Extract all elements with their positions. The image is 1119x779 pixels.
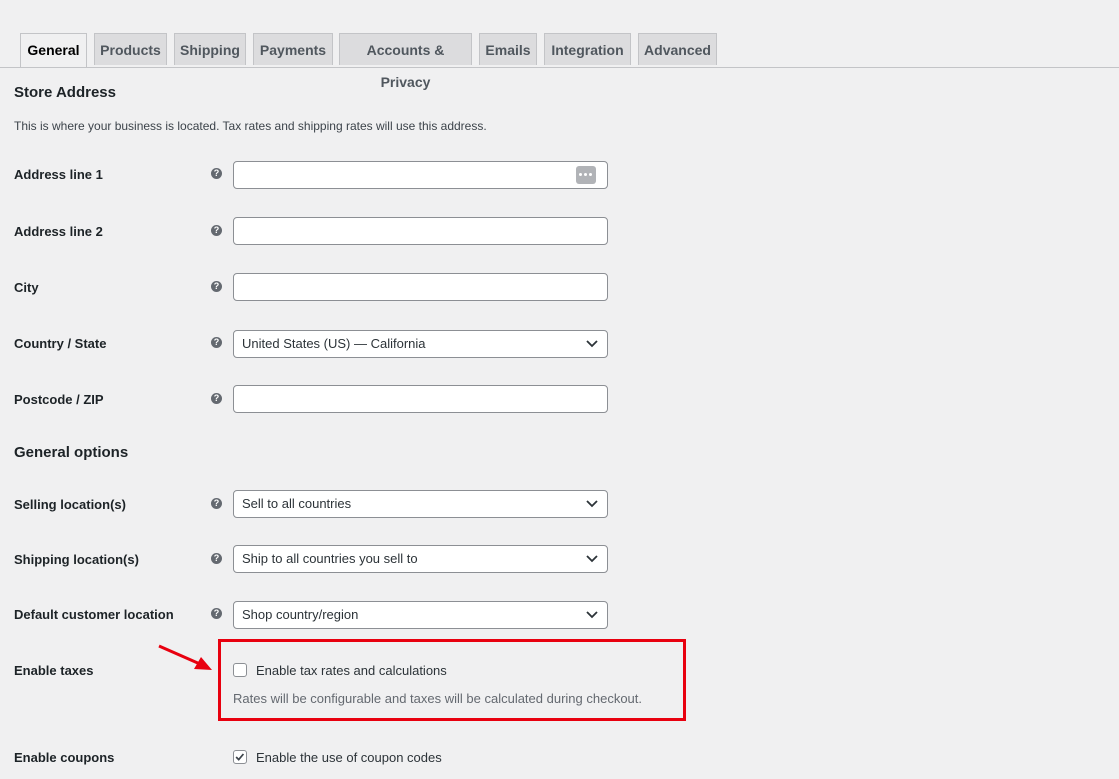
chevron-down-icon	[586, 555, 598, 563]
help-icon[interactable]: ?	[211, 608, 222, 619]
store-address-description: This is where your business is located. …	[14, 119, 487, 133]
default-customer-location-select[interactable]: Shop country/region	[233, 601, 608, 629]
country-state-value: United States (US) — California	[242, 336, 426, 351]
tab-integration[interactable]: Integration	[544, 33, 631, 65]
enable-taxes-checkbox[interactable]	[233, 663, 247, 677]
tab-payments[interactable]: Payments	[253, 33, 333, 65]
help-icon[interactable]: ?	[211, 168, 222, 179]
selling-locations-label: Selling location(s)	[14, 497, 126, 512]
tab-general[interactable]: General	[20, 33, 87, 67]
address-line-2-input[interactable]	[233, 217, 608, 245]
help-icon[interactable]: ?	[211, 498, 222, 509]
selling-locations-value: Sell to all countries	[242, 496, 352, 511]
help-icon[interactable]: ?	[211, 337, 222, 348]
country-state-label: Country / State	[14, 336, 107, 351]
postcode-input[interactable]	[233, 385, 608, 413]
postcode-label: Postcode / ZIP	[14, 392, 104, 407]
help-icon[interactable]: ?	[211, 393, 222, 404]
store-address-heading: Store Address	[14, 84, 116, 101]
help-icon[interactable]: ?	[211, 553, 222, 564]
arrow-annotation-icon	[158, 644, 212, 670]
chevron-down-icon	[586, 340, 598, 348]
help-icon[interactable]: ?	[211, 281, 222, 292]
enable-taxes-label: Enable taxes	[14, 663, 94, 678]
shipping-locations-value: Ship to all countries you sell to	[242, 551, 418, 566]
password-manager-icon[interactable]	[576, 166, 596, 184]
address-line-1-label: Address line 1	[14, 167, 103, 182]
enable-coupons-label: Enable coupons	[14, 750, 115, 765]
country-state-select[interactable]: United States (US) — California	[233, 330, 608, 358]
tab-emails[interactable]: Emails	[479, 33, 537, 65]
help-icon[interactable]: ?	[211, 225, 222, 236]
enable-coupons-checkbox-label[interactable]: Enable the use of coupon codes	[256, 750, 442, 765]
chevron-down-icon	[586, 500, 598, 508]
settings-tabs: General Products Shipping Payments Accou…	[0, 33, 1119, 90]
default-customer-location-label: Default customer location	[14, 607, 174, 622]
address-line-2-label: Address line 2	[14, 224, 103, 239]
chevron-down-icon	[586, 611, 598, 619]
address-line-1-input[interactable]	[233, 161, 608, 189]
tab-advanced[interactable]: Advanced	[638, 33, 717, 65]
selling-locations-select[interactable]: Sell to all countries	[233, 490, 608, 518]
general-options-heading: General options	[14, 444, 129, 461]
woocommerce-settings-page: General Products Shipping Payments Accou…	[0, 0, 1119, 779]
shipping-locations-label: Shipping location(s)	[14, 552, 139, 567]
annotation-highlight-box	[218, 639, 686, 721]
tab-products[interactable]: Products	[94, 33, 167, 65]
city-label: City	[14, 280, 39, 295]
tab-shipping[interactable]: Shipping	[174, 33, 246, 65]
enable-taxes-checkbox-label[interactable]: Enable tax rates and calculations	[256, 663, 447, 678]
default-customer-location-value: Shop country/region	[242, 607, 359, 622]
enable-taxes-help-text: Rates will be configurable and taxes wil…	[233, 691, 643, 706]
enable-coupons-checkbox[interactable]	[233, 750, 247, 764]
checkmark-icon	[235, 753, 245, 761]
shipping-locations-select[interactable]: Ship to all countries you sell to	[233, 545, 608, 573]
tab-accounts-privacy[interactable]: Accounts & Privacy	[339, 33, 472, 90]
city-input[interactable]	[233, 273, 608, 301]
